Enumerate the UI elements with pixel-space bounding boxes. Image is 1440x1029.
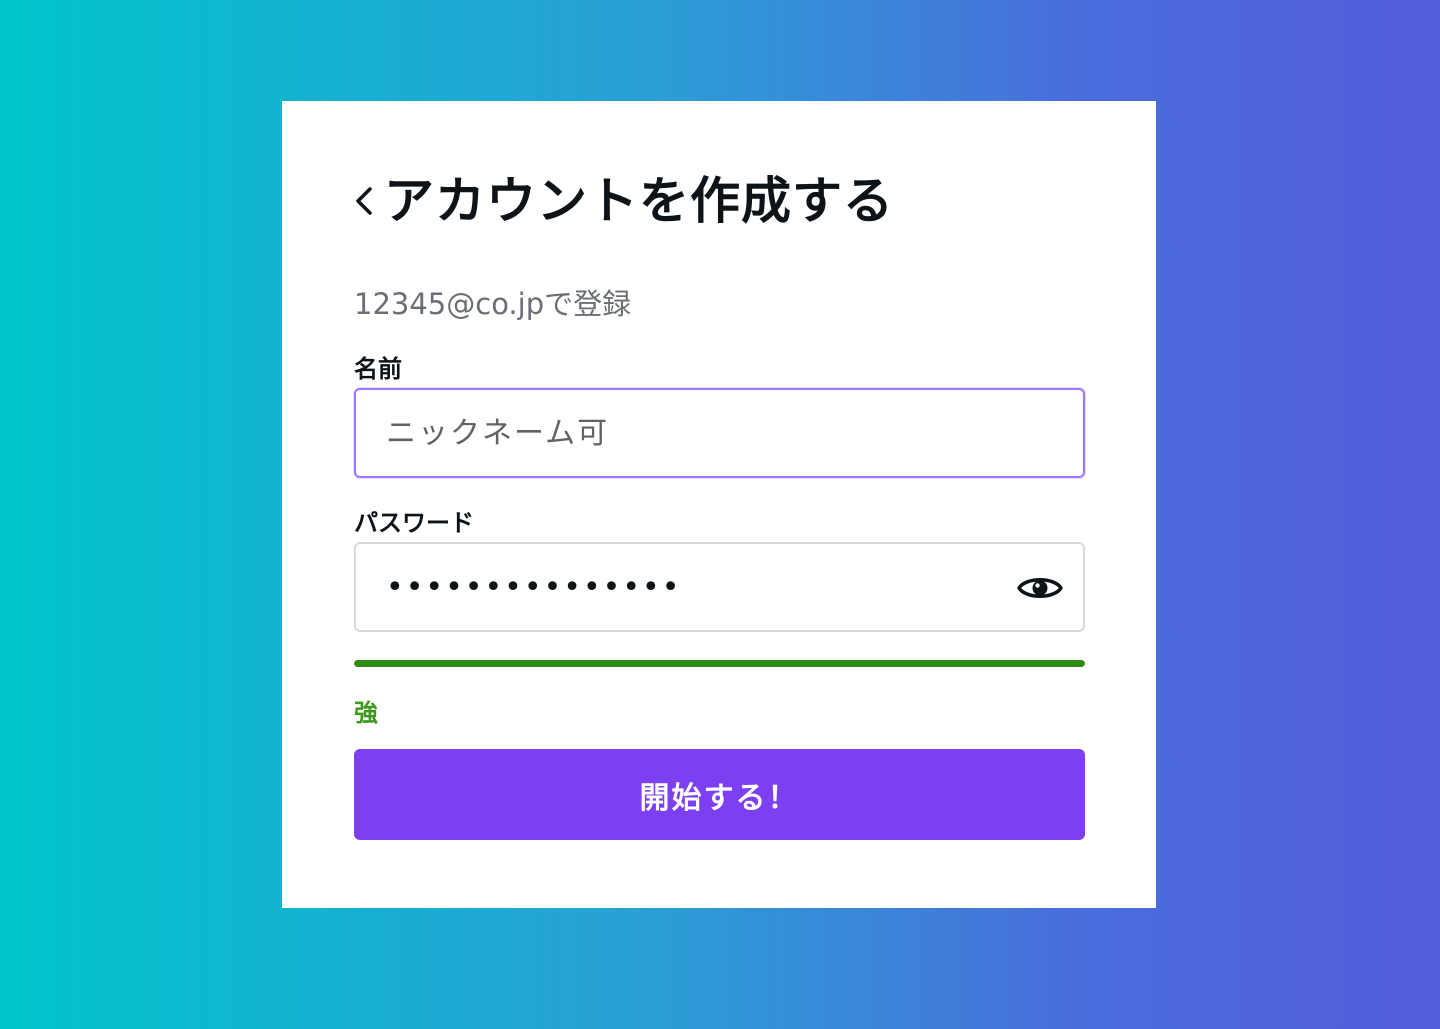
register-email-text: 12345@co.jpで登録 <box>354 287 632 321</box>
start-button[interactable]: 開始する！ <box>354 749 1085 840</box>
name-field-wrapper <box>354 388 1085 478</box>
password-input[interactable] <box>356 544 1083 630</box>
password-label: パスワード <box>354 509 474 537</box>
show-password-button[interactable] <box>1015 566 1065 610</box>
card-header: アカウントを作成する <box>352 171 894 231</box>
signup-card: アカウントを作成する 12345@co.jpで登録 名前 パスワード 強 開始す… <box>282 101 1156 908</box>
eye-icon <box>1017 578 1063 598</box>
name-label: 名前 <box>354 355 402 383</box>
chevron-left-icon <box>356 187 372 215</box>
password-strength-bar <box>354 660 1085 667</box>
password-strength-fill <box>354 660 1085 667</box>
page-title: アカウントを作成する <box>384 172 894 230</box>
password-strength-label: 強 <box>354 699 378 727</box>
back-button[interactable] <box>352 176 384 226</box>
name-input[interactable] <box>356 390 1083 476</box>
password-field-wrapper <box>354 542 1085 632</box>
